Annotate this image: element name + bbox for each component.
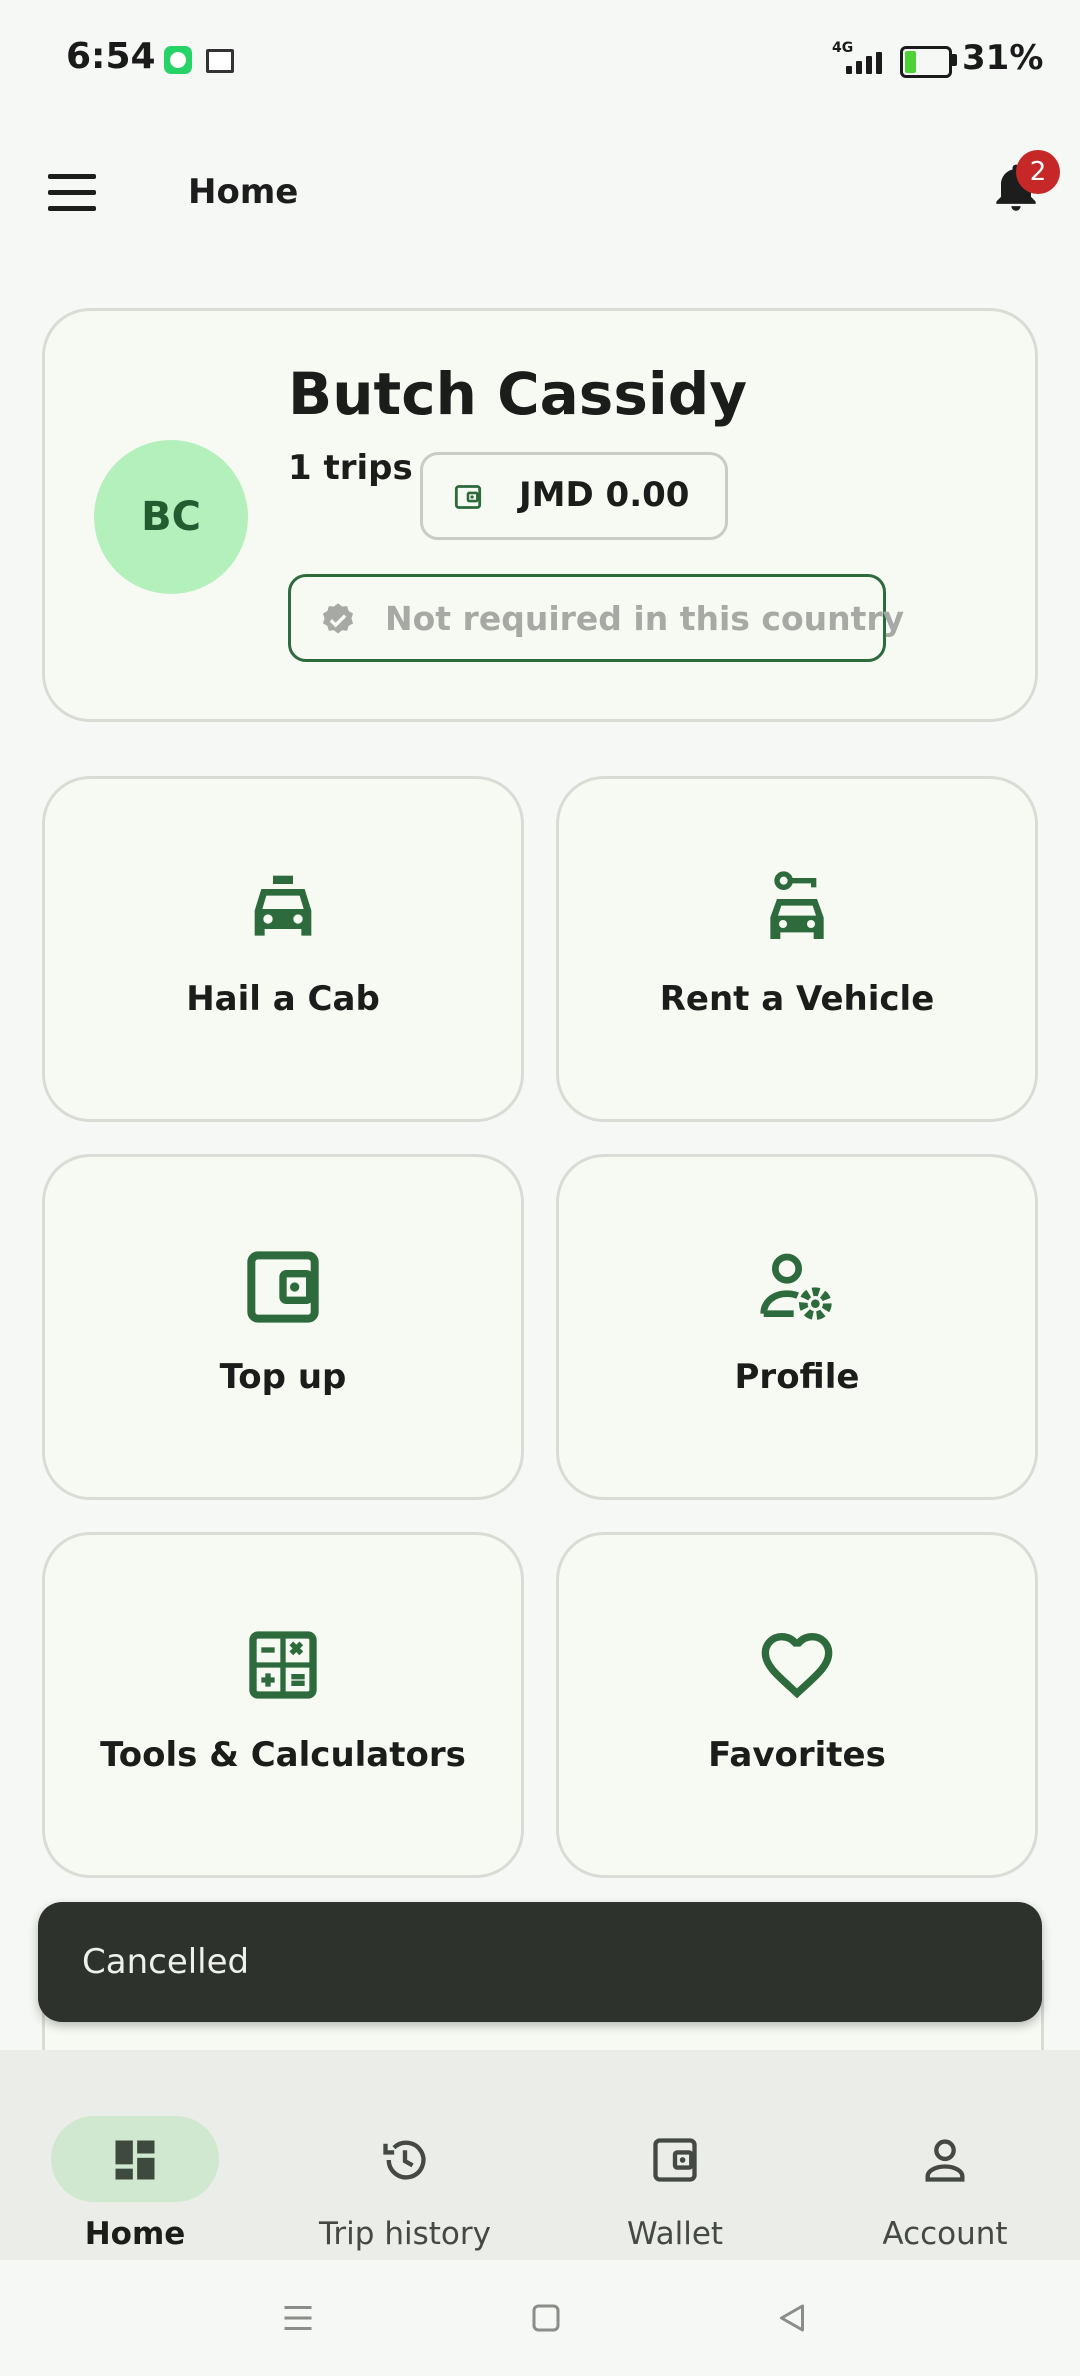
trip-count: 1 trips [288,448,413,488]
person-settings-icon [760,1253,832,1320]
nav-wallet[interactable]: Wallet [540,2080,810,2252]
verification-status-text: Not required in this country [385,599,905,638]
nav-home[interactable]: Home [0,2080,270,2252]
system-navigation-bar [0,2260,1080,2376]
status-time: 6:54 [66,36,156,77]
wallet-icon [653,2138,697,2182]
gmail-icon [206,49,234,73]
home-button-icon[interactable] [528,2300,564,2336]
nav-label: Account [882,2216,1008,2252]
wallet-icon [247,1251,319,1323]
wallet-icon [454,485,482,509]
avatar: BC [94,440,248,594]
user-name: Butch Cassidy [288,360,748,428]
verified-badge-icon [322,603,354,634]
nav-label: Wallet [626,2216,724,2252]
heart-icon [761,1632,833,1699]
nav-trip-history[interactable]: Trip history [270,2080,540,2252]
calculator-icon [249,1631,317,1699]
verification-status-chip: Not required in this country [288,574,904,662]
profile-tile[interactable]: Profile [556,1154,1038,1500]
back-button-icon[interactable] [774,2300,810,2336]
hail-a-cab-tile[interactable]: Hail a Cab [42,776,524,1122]
car-key-icon [770,871,824,939]
rent-a-vehicle-tile[interactable]: Rent a Vehicle [556,776,1038,1122]
recent-apps-icon[interactable] [280,2300,316,2336]
dashboard-icon [115,2140,155,2180]
wallet-balance: JMD 0.00 [519,475,690,515]
battery-percent: 31% [962,38,1044,78]
snackbar-message: Cancelled [82,1942,250,1982]
nav-label: Home [84,2216,186,2252]
battery-level-fill [905,51,916,73]
person-icon [925,2139,965,2182]
wallet-balance-chip[interactable]: JMD 0.00 [420,452,728,540]
tile-label: Top up [219,1357,347,1397]
tools-calculators-tile[interactable]: Tools & Calculators [42,1532,524,1878]
tile-label: Rent a Vehicle [659,979,935,1019]
taxi-icon [254,875,312,936]
snackbar: Cancelled [38,1902,1042,2022]
menu-icon[interactable] [48,174,98,214]
favorites-tile[interactable]: Favorites [556,1532,1038,1878]
tile-label: Profile [734,1357,860,1397]
status-bar: 6:54 4G 31% [0,0,1080,120]
history-icon [383,2140,426,2180]
tile-label: Hail a Cab [186,979,380,1019]
tile-label: Favorites [708,1735,886,1775]
tile-label: Tools & Calculators [100,1735,466,1775]
whatsapp-icon [164,46,192,74]
signal-icon [846,52,886,74]
nav-label: Trip history [319,2216,491,2252]
notification-badge: 2 [1016,150,1060,194]
battery-icon [900,46,952,78]
nav-account[interactable]: Account [810,2080,1080,2252]
top-up-tile[interactable]: Top up [42,1154,524,1500]
bottom-navigation: Home Trip history Wallet Account [0,2050,1080,2260]
page-title: Home [188,172,299,212]
